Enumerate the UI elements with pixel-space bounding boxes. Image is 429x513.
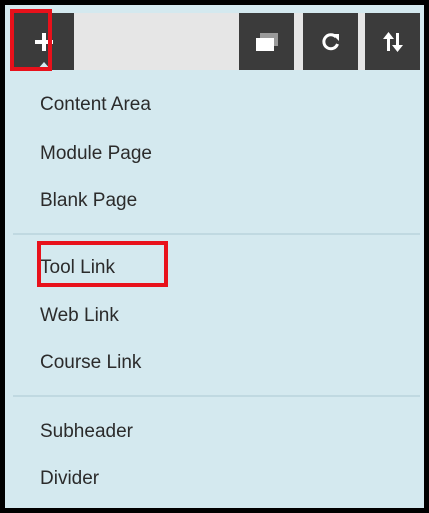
refresh-button[interactable] [303, 13, 358, 70]
reorder-button[interactable] [365, 13, 420, 70]
add-button-highlight [10, 9, 52, 71]
tool-link-highlight [37, 241, 168, 287]
menu-item-subheader[interactable]: Subheader [40, 421, 133, 443]
menu-item-blank-page[interactable]: Blank Page [40, 190, 137, 212]
refresh-icon [321, 32, 339, 50]
menu-item-web-link[interactable]: Web Link [40, 305, 119, 327]
folder-view-button[interactable] [239, 13, 294, 70]
menu-divider [13, 233, 420, 235]
menu-item-content-area[interactable]: Content Area [40, 94, 151, 116]
course-menu-toolbar [13, 13, 420, 70]
menu-divider [13, 395, 420, 397]
menu-item-module-page[interactable]: Module Page [40, 143, 152, 165]
menu-item-divider[interactable]: Divider [40, 468, 99, 490]
folder-view-icon [255, 32, 278, 51]
sort-icon [382, 31, 403, 52]
menu-item-course-link[interactable]: Course Link [40, 352, 141, 374]
